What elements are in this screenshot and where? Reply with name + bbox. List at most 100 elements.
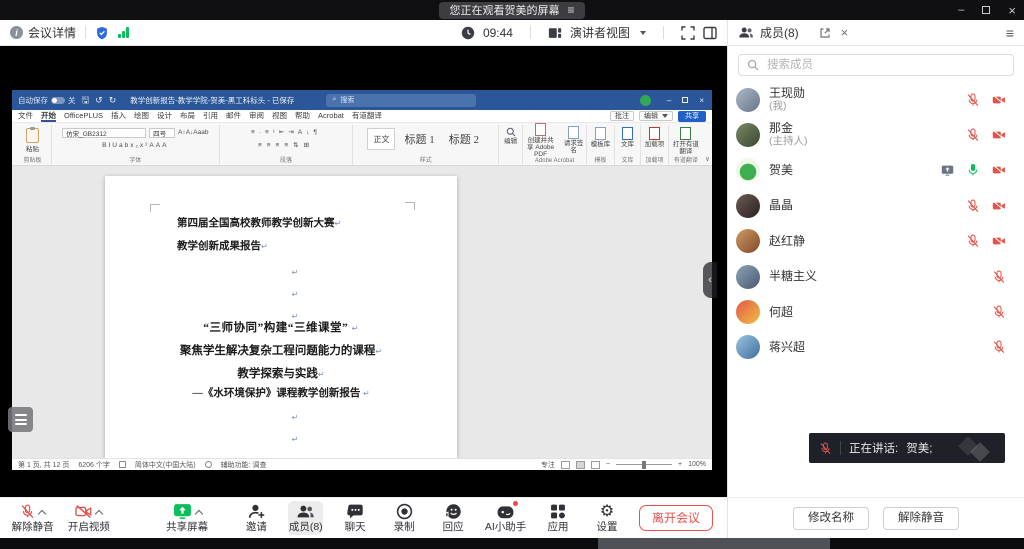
font-name-select[interactable]: 仿宋_GB2312 [62, 128, 146, 138]
font-tool[interactable]: A↑ [178, 128, 186, 138]
toolbar-ai-assistant[interactable]: AI小助手 [485, 501, 526, 535]
paragraph-tool[interactable]: ≡¹ [265, 128, 279, 138]
word-menu-tab[interactable]: OfficePLUS [64, 110, 103, 122]
share-options-chevron[interactable] [194, 509, 202, 517]
banner-menu-icon[interactable]: ≡ [567, 4, 574, 16]
word-menu-tab[interactable]: 审阅 [249, 110, 264, 122]
word-restore-button[interactable] [682, 97, 688, 103]
accessibility-status[interactable]: 辅助功能: 调查 [221, 460, 267, 470]
mic-options-chevron[interactable] [38, 509, 46, 517]
window-restore-button[interactable] [982, 6, 990, 14]
font-tool[interactable]: ab [201, 128, 208, 138]
watching-banner[interactable]: 您正在观看贺美的屏幕 ≡ [439, 2, 584, 19]
read-mode-icon[interactable] [561, 461, 570, 469]
view-mode-selector[interactable]: 演讲者视图 [570, 24, 630, 41]
save-icon[interactable]: 🖫 [82, 96, 90, 105]
member-row[interactable]: 何超 [728, 294, 1024, 329]
word-menu-tab[interactable]: 绘图 [134, 110, 149, 122]
toolbar-share-screen[interactable]: 共享屏幕 [167, 501, 208, 535]
zoom-out-button[interactable]: − [606, 461, 610, 468]
toolbar-unmute[interactable]: 解除静音 [12, 501, 53, 535]
toolbar-record[interactable]: 录制 [387, 501, 421, 535]
security-shield-icon[interactable] [95, 26, 109, 40]
toolbar-reactions[interactable]: 回应 [436, 501, 470, 535]
annotation-toolbar-button[interactable] [8, 407, 33, 432]
paste-label[interactable]: 粘贴 [26, 143, 39, 153]
paragraph-tool[interactable]: ≡ [284, 141, 293, 151]
word-document-area[interactable]: 第四届全国高校教师教学创新大赛↵ 教学创新成果报告↵ ↵ ↵ ↵ “三师协同”构… [12, 166, 712, 458]
word-menu-tab[interactable]: 插入 [111, 110, 126, 122]
font-tool[interactable]: ab [119, 141, 130, 151]
panel-menu-icon[interactable]: ≡ [1006, 25, 1014, 41]
popout-panel-icon[interactable] [819, 27, 831, 39]
zoom-slider[interactable] [616, 464, 672, 465]
word-close-button[interactable]: × [699, 96, 704, 105]
member-search-box[interactable] [738, 54, 1014, 76]
toolbar-start-video[interactable]: 开启视频 [68, 501, 109, 535]
word-menu-tab[interactable]: 邮件 [226, 110, 241, 122]
word-count[interactable]: 6206 个字 [78, 460, 110, 470]
font-tool[interactable]: A↓ [186, 128, 194, 138]
rename-button[interactable]: 修改名称 [793, 507, 869, 530]
paragraph-tool[interactable]: ≡ [267, 141, 276, 151]
panel-collapse-handle[interactable]: ‹ [703, 262, 717, 298]
font-size-select[interactable]: 四号 [149, 128, 175, 138]
font-tool[interactable]: U [112, 141, 119, 151]
fullscreen-icon[interactable] [681, 26, 695, 40]
toolbar-members[interactable]: 成员(8) [288, 501, 323, 535]
toolbar-chat[interactable]: 聊天 [338, 501, 372, 535]
web-layout-icon[interactable] [591, 461, 600, 469]
page-indicator[interactable]: 第 1 页, 共 12 页 [18, 460, 69, 470]
word-menu-tab[interactable]: 视图 [272, 110, 287, 122]
style-option[interactable]: 正文 [367, 128, 395, 150]
word-account-avatar[interactable] [640, 95, 651, 106]
member-row[interactable]: 晶晶 [728, 188, 1024, 223]
paragraph-tool[interactable]: ¶ [313, 128, 321, 138]
member-row[interactable]: 赵红静 [728, 224, 1024, 259]
editing-group-label[interactable]: 编辑 [504, 138, 517, 145]
paragraph-tool[interactable]: ≡ [276, 141, 285, 151]
adobe-request-signature-button[interactable]: 请求签名 [563, 124, 585, 154]
word-menu-tab[interactable]: 帮助 [295, 110, 310, 122]
font-tool[interactable]: x² [140, 141, 149, 151]
addins-button[interactable]: 加载项 [645, 141, 665, 148]
style-option[interactable]: 标题 2 [444, 128, 484, 150]
font-tool[interactable]: A [162, 141, 168, 151]
word-menu-tab[interactable]: 引用 [203, 110, 218, 122]
editing-mode-button[interactable]: 编辑 [639, 111, 673, 121]
share-document-button[interactable]: 共享 [678, 111, 706, 122]
paragraph-tool[interactable]: ⊞ [304, 141, 314, 151]
word-menu-tab[interactable]: 设计 [157, 110, 172, 122]
paragraph-tool[interactable]: ≡ [258, 141, 267, 151]
ribbon-collapse-icon[interactable]: ∨ [705, 155, 710, 165]
word-menu-tab[interactable]: 开始 [41, 110, 56, 122]
paragraph-tool[interactable]: ⇅ [293, 141, 303, 151]
style-option[interactable]: 标题 1 [399, 128, 439, 150]
word-minimize-button[interactable]: – [667, 96, 671, 105]
templates-button[interactable]: 模板库 [591, 141, 611, 148]
language-indicator[interactable]: 简体中文(中国大陆) [135, 460, 196, 470]
comments-button[interactable]: 批注 [610, 111, 634, 121]
window-close-button[interactable]: × [1008, 3, 1016, 18]
proofing-icon[interactable] [119, 461, 126, 468]
word-menu-tab[interactable]: 文件 [18, 110, 33, 122]
toolbar-invite[interactable]: 邀请 [239, 501, 273, 535]
member-search-input[interactable] [765, 58, 1005, 72]
meeting-details-link[interactable]: 会议详情 [28, 24, 76, 41]
paragraph-tool[interactable]: ⇤ [279, 128, 288, 138]
font-tool[interactable]: x₂ [130, 141, 140, 151]
paragraph-tool[interactable]: A↓ [298, 128, 314, 138]
member-row[interactable]: 半糖主义 [728, 259, 1024, 294]
toolbar-apps[interactable]: 应用 [541, 501, 575, 535]
paragraph-tool[interactable]: ⇥ [288, 128, 297, 138]
font-tool[interactable]: Aa [193, 128, 201, 138]
zoom-level[interactable]: 100% [688, 461, 706, 468]
focus-mode-button[interactable]: 专注 [541, 460, 555, 470]
word-menu-tab[interactable]: 有道翻译 [352, 110, 382, 122]
adobe-create-pdf-button[interactable]: 创建并共享 Adobe PDF [525, 121, 557, 158]
leave-meeting-button[interactable]: 离开会议 [639, 505, 713, 531]
word-autosave-toggle[interactable]: 自动保存 关 [18, 95, 76, 106]
paragraph-tool[interactable]: ≡· [251, 128, 265, 138]
paste-icon[interactable] [26, 128, 39, 143]
youdao-button[interactable]: 打开有道翻译 [671, 141, 701, 155]
